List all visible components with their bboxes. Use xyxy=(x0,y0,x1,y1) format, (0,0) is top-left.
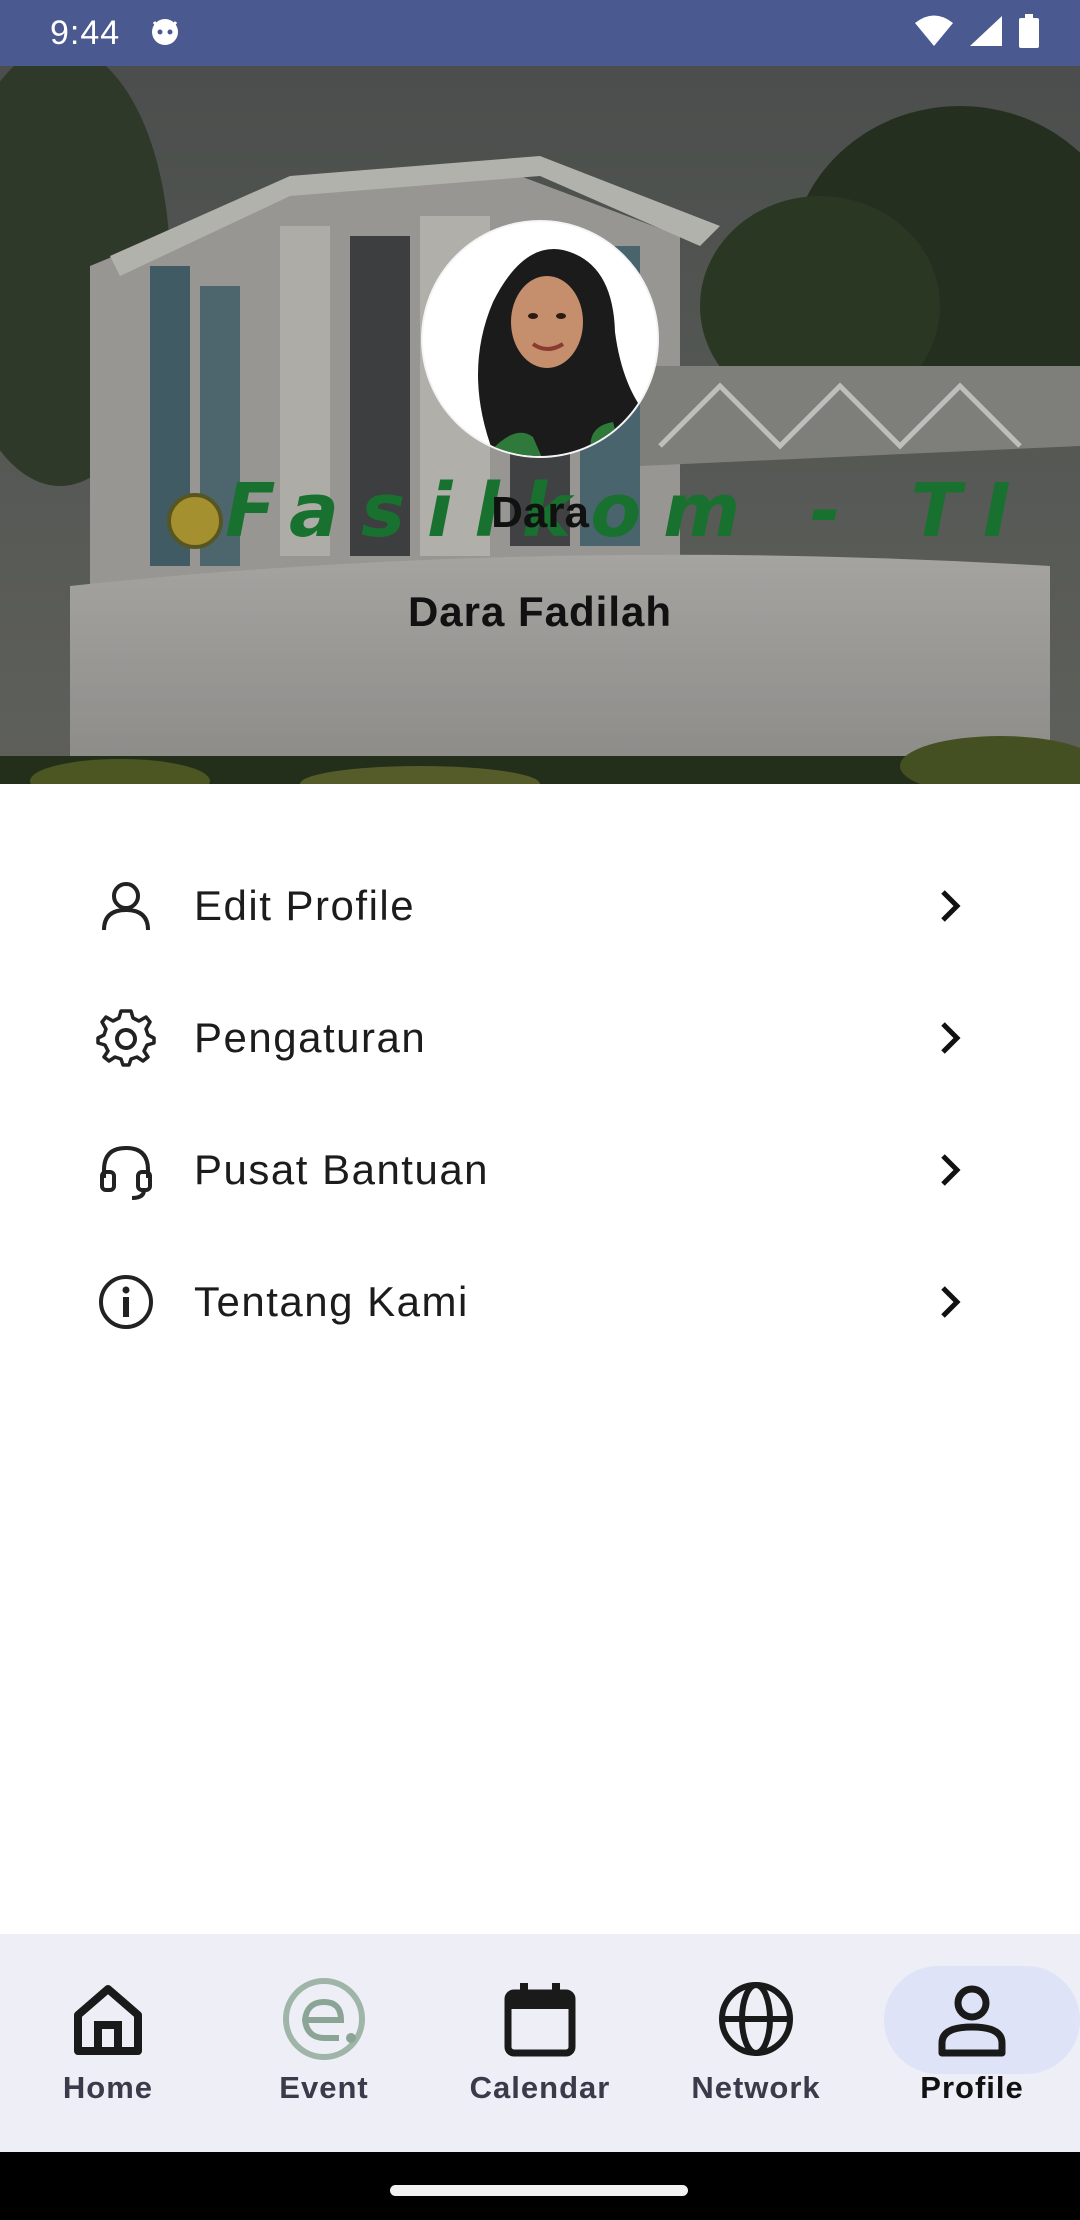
avatar[interactable] xyxy=(421,220,659,458)
nav-item-home[interactable]: Home xyxy=(0,1934,216,2152)
nav-label: Event xyxy=(279,2070,369,2105)
menu-item-pengaturan[interactable]: Pengaturan xyxy=(0,972,1080,1104)
chevron-right-icon xyxy=(930,1018,970,1058)
chevron-right-icon xyxy=(930,886,970,926)
profile-menu: Edit Profile Pengaturan Pusat Bantuan Te… xyxy=(0,840,1080,1368)
gear-icon xyxy=(96,1008,156,1068)
chevron-right-icon xyxy=(930,1282,970,1322)
profile-full-name: Dara Fadilah xyxy=(407,588,673,635)
menu-item-pusat-bantuan[interactable]: Pusat Bantuan xyxy=(0,1104,1080,1236)
bottom-navigation: Home Event Calendar Network Profile xyxy=(0,1934,1080,2152)
avatar-photo xyxy=(423,222,657,456)
system-gesture-bar xyxy=(0,2152,1080,2220)
globe-icon xyxy=(711,1974,801,2064)
chevron-right-icon xyxy=(930,1150,970,1190)
cellular-signal-icon xyxy=(968,14,1004,53)
home-icon xyxy=(63,1974,153,2064)
status-left: 9:44 xyxy=(50,14,182,53)
event-logo-icon xyxy=(279,1974,369,2064)
home-gesture-handle[interactable] xyxy=(390,2185,688,2196)
status-bar: 9:44 xyxy=(0,0,1080,66)
calendar-icon xyxy=(495,1974,585,2064)
nav-label: Home xyxy=(62,2070,154,2105)
profile-name: Dara xyxy=(491,488,589,537)
status-time: 9:44 xyxy=(50,13,121,52)
battery-icon xyxy=(1018,13,1040,53)
menu-item-label: Pusat Bantuan xyxy=(194,1146,490,1193)
nav-label: Network xyxy=(691,2070,821,2105)
nav-item-event[interactable]: Event xyxy=(216,1934,432,2152)
headset-icon xyxy=(96,1140,156,1200)
nav-item-profile[interactable]: Profile xyxy=(864,1934,1080,2152)
menu-item-edit-profile[interactable]: Edit Profile xyxy=(0,840,1080,972)
status-right xyxy=(914,13,1040,53)
menu-item-label: Pengaturan xyxy=(194,1014,427,1061)
info-icon xyxy=(96,1272,156,1332)
nav-item-network[interactable]: Network xyxy=(648,1934,864,2152)
person-outline-icon xyxy=(96,876,156,936)
menu-item-label: Edit Profile xyxy=(194,882,416,929)
wifi-icon xyxy=(914,14,954,53)
nav-label: Calendar xyxy=(469,2070,611,2105)
nav-label: Profile xyxy=(920,2070,1024,2105)
menu-item-tentang-kami[interactable]: Tentang Kami xyxy=(0,1236,1080,1368)
nav-item-calendar[interactable]: Calendar xyxy=(432,1934,648,2152)
person-icon xyxy=(927,1974,1017,2064)
android-face-icon xyxy=(148,14,182,53)
menu-item-label: Tentang Kami xyxy=(194,1278,469,1325)
